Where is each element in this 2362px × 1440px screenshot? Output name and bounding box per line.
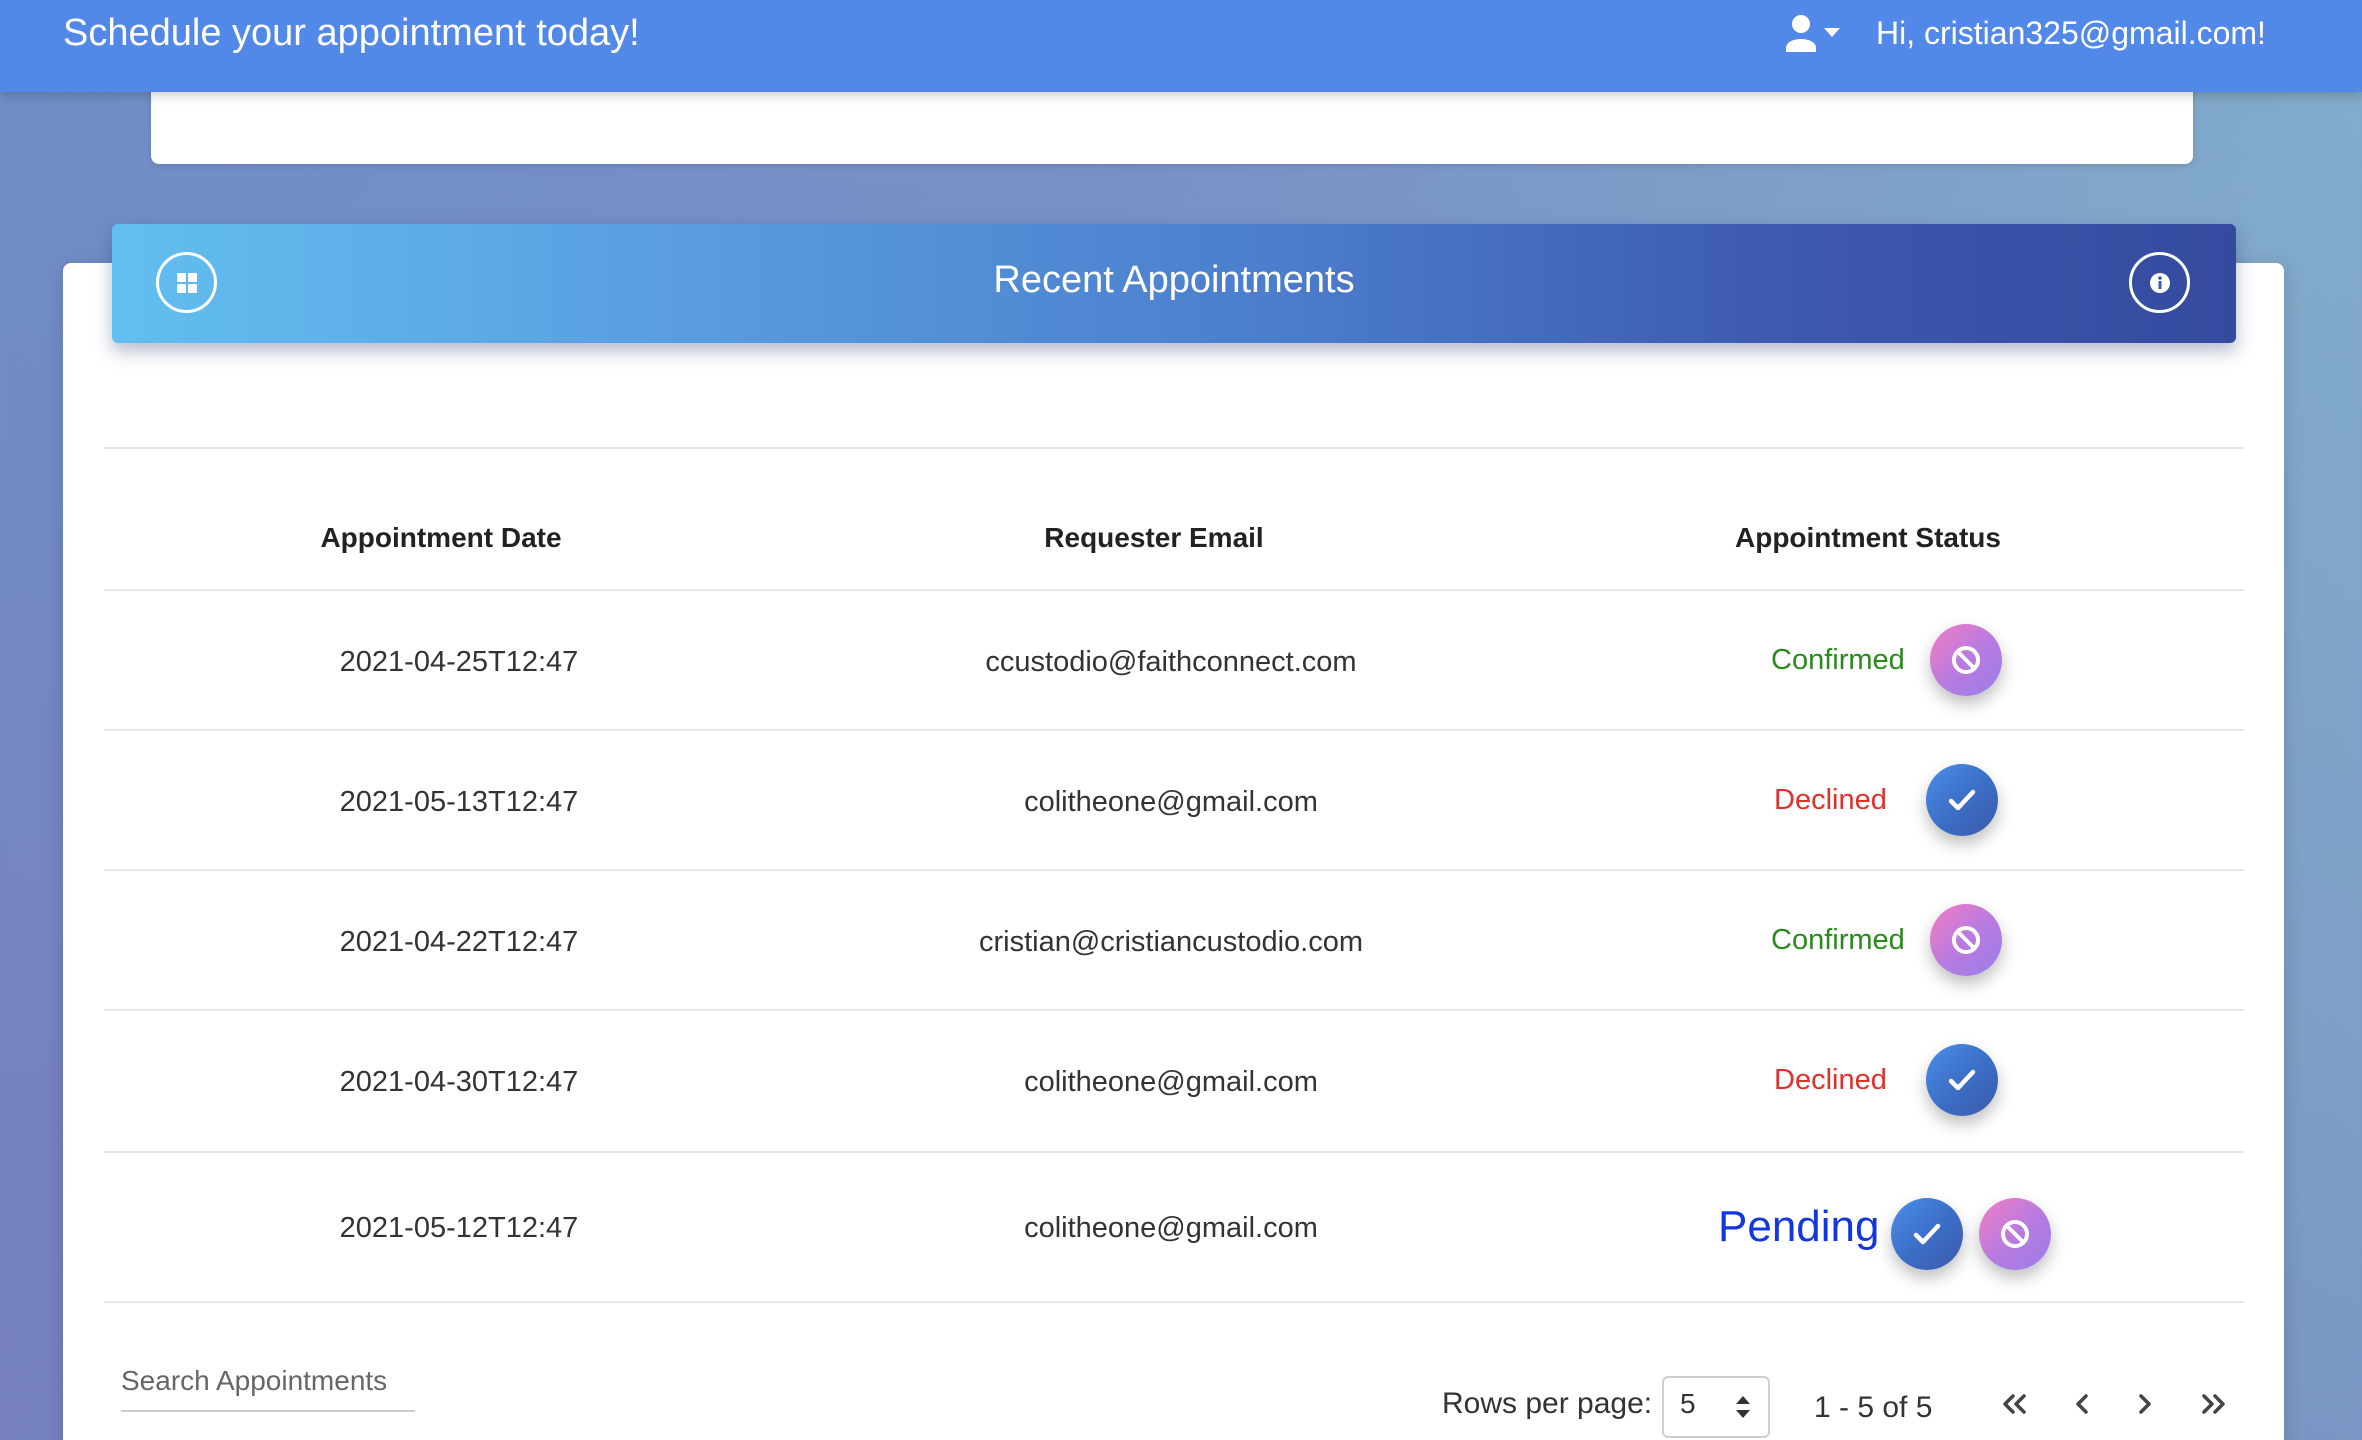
user-icon [1786, 15, 1840, 52]
row-2-status: Declined [1774, 784, 1887, 816]
user-greeting: Hi, cristian325@gmail.com! [1876, 15, 2266, 51]
row-4-confirm-button[interactable] [1926, 1044, 1998, 1116]
row-4-status: Declined [1774, 1064, 1887, 1096]
chevron-right-icon [2139, 1394, 2151, 1414]
row-2-email: colitheone@gmail.com [1024, 786, 1318, 818]
info-icon [2149, 272, 2170, 293]
sort-arrows-icon [1736, 1396, 1750, 1418]
user-menu-button[interactable] [1784, 12, 1844, 56]
row-3-decline-button[interactable] [1930, 904, 2002, 976]
next-page-button[interactable] [2125, 1384, 2165, 1424]
header-appointment-status[interactable]: Appointment Status [1668, 516, 2068, 560]
header-appointment-date[interactable]: Appointment Date [241, 516, 641, 560]
rows-per-page-value: 5 [1680, 1388, 1696, 1419]
last-page-button[interactable] [2194, 1384, 2234, 1424]
row-divider [104, 1009, 2244, 1011]
row-divider [104, 869, 2244, 871]
row-5-email: colitheone@gmail.com [1024, 1212, 1318, 1244]
header-divider [104, 589, 2244, 591]
first-page-button[interactable] [1994, 1384, 2034, 1424]
double-chevron-right-icon [2202, 1394, 2225, 1414]
double-chevron-left-icon [2003, 1394, 2026, 1414]
row-3-email: cristian@cristiancustodio.com [978, 926, 1363, 958]
ban-icon [1952, 926, 1980, 954]
ban-icon [2001, 1220, 2029, 1248]
row-1-email: ccustodio@faithconnect.com [985, 646, 1357, 678]
check-icon [1948, 1069, 1976, 1091]
top-navbar: Schedule your appointment today! Hi, cri… [0, 0, 2362, 92]
row-2-date: 2021-05-13T12:47 [339, 786, 579, 818]
table-top-divider [104, 447, 2244, 449]
row-4-date: 2021-04-30T12:47 [339, 1066, 579, 1098]
chevron-left-icon [2076, 1394, 2088, 1414]
page-title: Schedule your appointment today! [63, 12, 640, 54]
card-title: Recent Appointments [993, 259, 1355, 301]
info-button[interactable] [2129, 252, 2190, 313]
check-icon [1948, 789, 1976, 811]
row-2-confirm-button[interactable] [1926, 764, 1998, 836]
rows-per-page-label: Rows per page: [1442, 1387, 1653, 1420]
row-1-date: 2021-04-25T12:47 [339, 646, 579, 678]
row-divider [104, 729, 2244, 731]
appointments-card [63, 263, 2284, 1440]
ban-icon [1952, 646, 1980, 674]
search-input[interactable] [121, 1352, 415, 1412]
row-5-confirm-button[interactable] [1891, 1198, 1963, 1270]
row-5-decline-button[interactable] [1979, 1198, 2051, 1270]
row-1-decline-button[interactable] [1930, 624, 2002, 696]
pagination-range: 1 - 5 of 5 [1814, 1391, 1933, 1424]
card-header: Recent Appointments [112, 224, 2236, 343]
header-requester-email[interactable]: Requester Email [954, 516, 1354, 560]
table-bottom-divider [104, 1301, 2244, 1303]
row-4-email: colitheone@gmail.com [1024, 1066, 1318, 1098]
row-5-status: Pending [1718, 1202, 1880, 1251]
previous-page-button[interactable] [2062, 1384, 2102, 1424]
rows-per-page-select[interactable]: 5 [1662, 1376, 1770, 1438]
check-icon [1913, 1223, 1941, 1245]
row-divider [104, 1151, 2244, 1153]
row-1-status: Confirmed [1771, 644, 1905, 676]
row-5-date: 2021-05-12T12:47 [339, 1212, 579, 1244]
row-3-status: Confirmed [1771, 924, 1905, 956]
row-3-date: 2021-04-22T12:47 [339, 926, 579, 958]
